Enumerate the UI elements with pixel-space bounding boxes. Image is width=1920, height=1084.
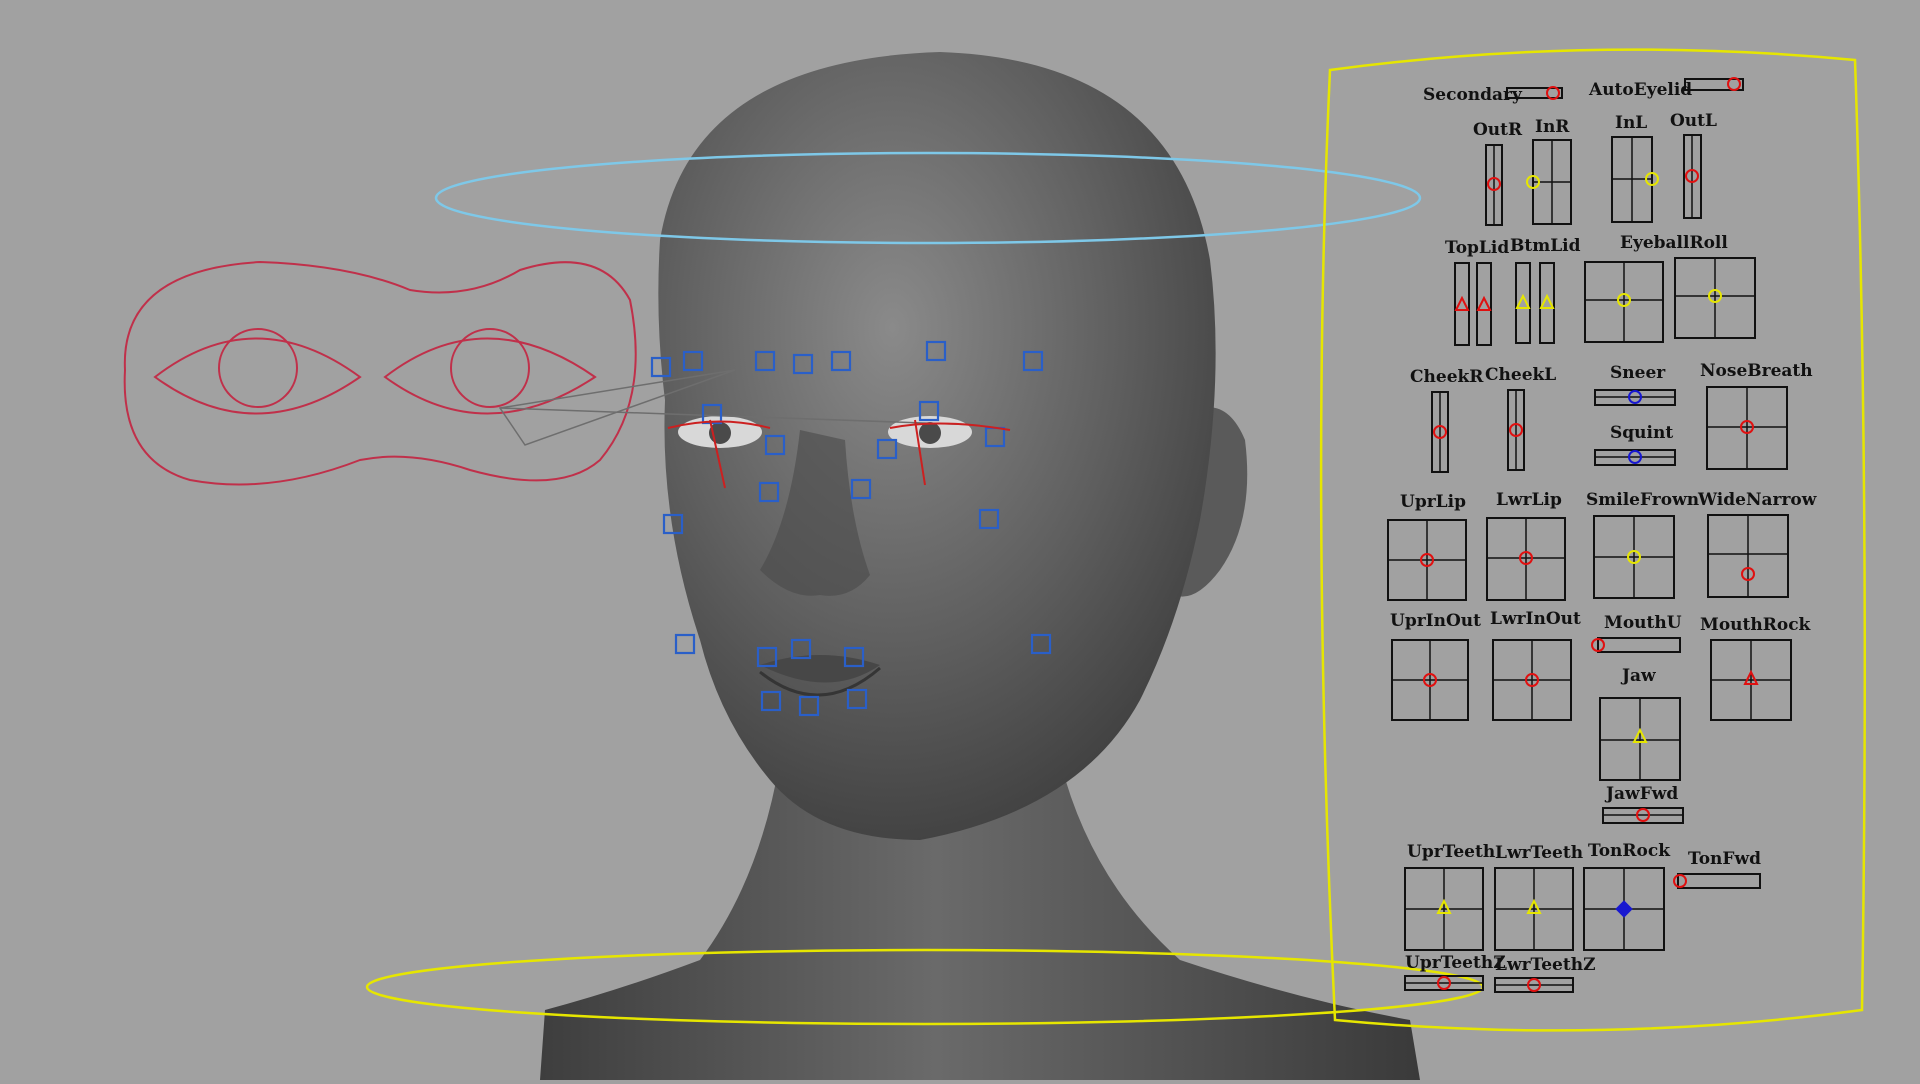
label-lwrlip: LwrLip	[1496, 490, 1562, 510]
label-btmlid: BtmLid	[1510, 236, 1581, 256]
outl-slider[interactable]	[1683, 134, 1702, 219]
label-uprteeth: UprTeeth	[1407, 842, 1495, 862]
label-autoeyelid: AutoEyelid	[1588, 80, 1692, 100]
head-mesh[interactable]	[540, 52, 1420, 1080]
label-uprlip: UprLip	[1400, 492, 1466, 512]
label-cheekl: CheekL	[1485, 365, 1556, 385]
inl-control[interactable]	[1611, 136, 1659, 223]
toplid-sliders[interactable]	[1454, 262, 1492, 346]
eyeballroll-l-control[interactable]	[1674, 257, 1756, 339]
inr-control[interactable]	[1526, 139, 1572, 225]
label-lwrteeth: LwrTeeth	[1495, 843, 1583, 863]
label-widenarrow: WideNarrow	[1697, 490, 1817, 510]
label-eyeballroll: EyeballRoll	[1620, 233, 1728, 253]
label-jaw: Jaw	[1620, 666, 1656, 686]
label-uprteethz: UprTeethZ	[1405, 953, 1506, 973]
label-outl: OutL	[1670, 111, 1717, 131]
label-nosebreath: NoseBreath	[1700, 361, 1813, 381]
label-sneer: Sneer	[1610, 363, 1666, 383]
tonrock-control[interactable]	[1583, 867, 1665, 951]
maya-viewport[interactable]: Secondary AutoEyelid OutR InR InL OutL T…	[0, 0, 1920, 1080]
label-uprinout: UprInOut	[1390, 611, 1481, 631]
sneer-slider[interactable]	[1594, 389, 1676, 406]
nosebreath-control[interactable]	[1706, 386, 1788, 470]
lwrteethz-slider[interactable]	[1494, 977, 1574, 993]
label-tonrock: TonRock	[1588, 841, 1671, 861]
label-smilefrown: SmileFrown	[1586, 490, 1699, 510]
mouthu-slider[interactable]	[1591, 637, 1681, 653]
jawfwd-slider[interactable]	[1602, 807, 1684, 824]
smilefrown-control[interactable]	[1593, 515, 1675, 599]
mouthrock-control[interactable]	[1710, 639, 1792, 721]
outr-slider[interactable]	[1485, 144, 1503, 226]
label-inr: InR	[1535, 117, 1570, 137]
label-lwrinout: LwrInOut	[1490, 609, 1581, 629]
label-jawfwd: JawFwd	[1604, 784, 1678, 804]
label-lwrteethz: LwrTeethZ	[1495, 955, 1596, 975]
label-outr: OutR	[1473, 120, 1523, 140]
lwrteeth-control[interactable]	[1494, 867, 1574, 951]
widenarrow-control[interactable]	[1707, 514, 1789, 598]
facial-panel-border	[1319, 48, 1867, 1032]
jaw-control[interactable]	[1599, 697, 1681, 781]
uprlip-control[interactable]	[1387, 519, 1467, 601]
viewport-canvas[interactable]: Secondary AutoEyelid OutR InR InL OutL T…	[0, 0, 1920, 1080]
label-toplid: TopLid	[1445, 238, 1509, 258]
lwrlip-control[interactable]	[1486, 517, 1566, 601]
eye-aim-control[interactable]	[123, 260, 637, 486]
label-inl: InL	[1615, 113, 1647, 133]
label-mouthrock: MouthRock	[1700, 615, 1812, 635]
tonfwd-slider[interactable]	[1673, 873, 1761, 889]
btmlid-sliders[interactable]	[1515, 262, 1555, 344]
uprteethz-slider[interactable]	[1404, 975, 1484, 991]
autoeyelid-slider[interactable]	[1684, 77, 1744, 91]
lwrinout-control[interactable]	[1492, 639, 1572, 721]
label-mouthu: MouthU	[1604, 613, 1682, 633]
label-tonfwd: TonFwd	[1688, 849, 1761, 869]
eyeballroll-r-control[interactable]	[1584, 261, 1664, 343]
uprteeth-control[interactable]	[1404, 867, 1484, 951]
cheekl-slider[interactable]	[1507, 389, 1525, 471]
uprinout-control[interactable]	[1391, 639, 1469, 721]
label-cheekr: CheekR	[1410, 367, 1484, 387]
squint-slider[interactable]	[1594, 449, 1676, 466]
label-squint: Squint	[1610, 423, 1673, 443]
cheekr-slider[interactable]	[1431, 391, 1449, 473]
